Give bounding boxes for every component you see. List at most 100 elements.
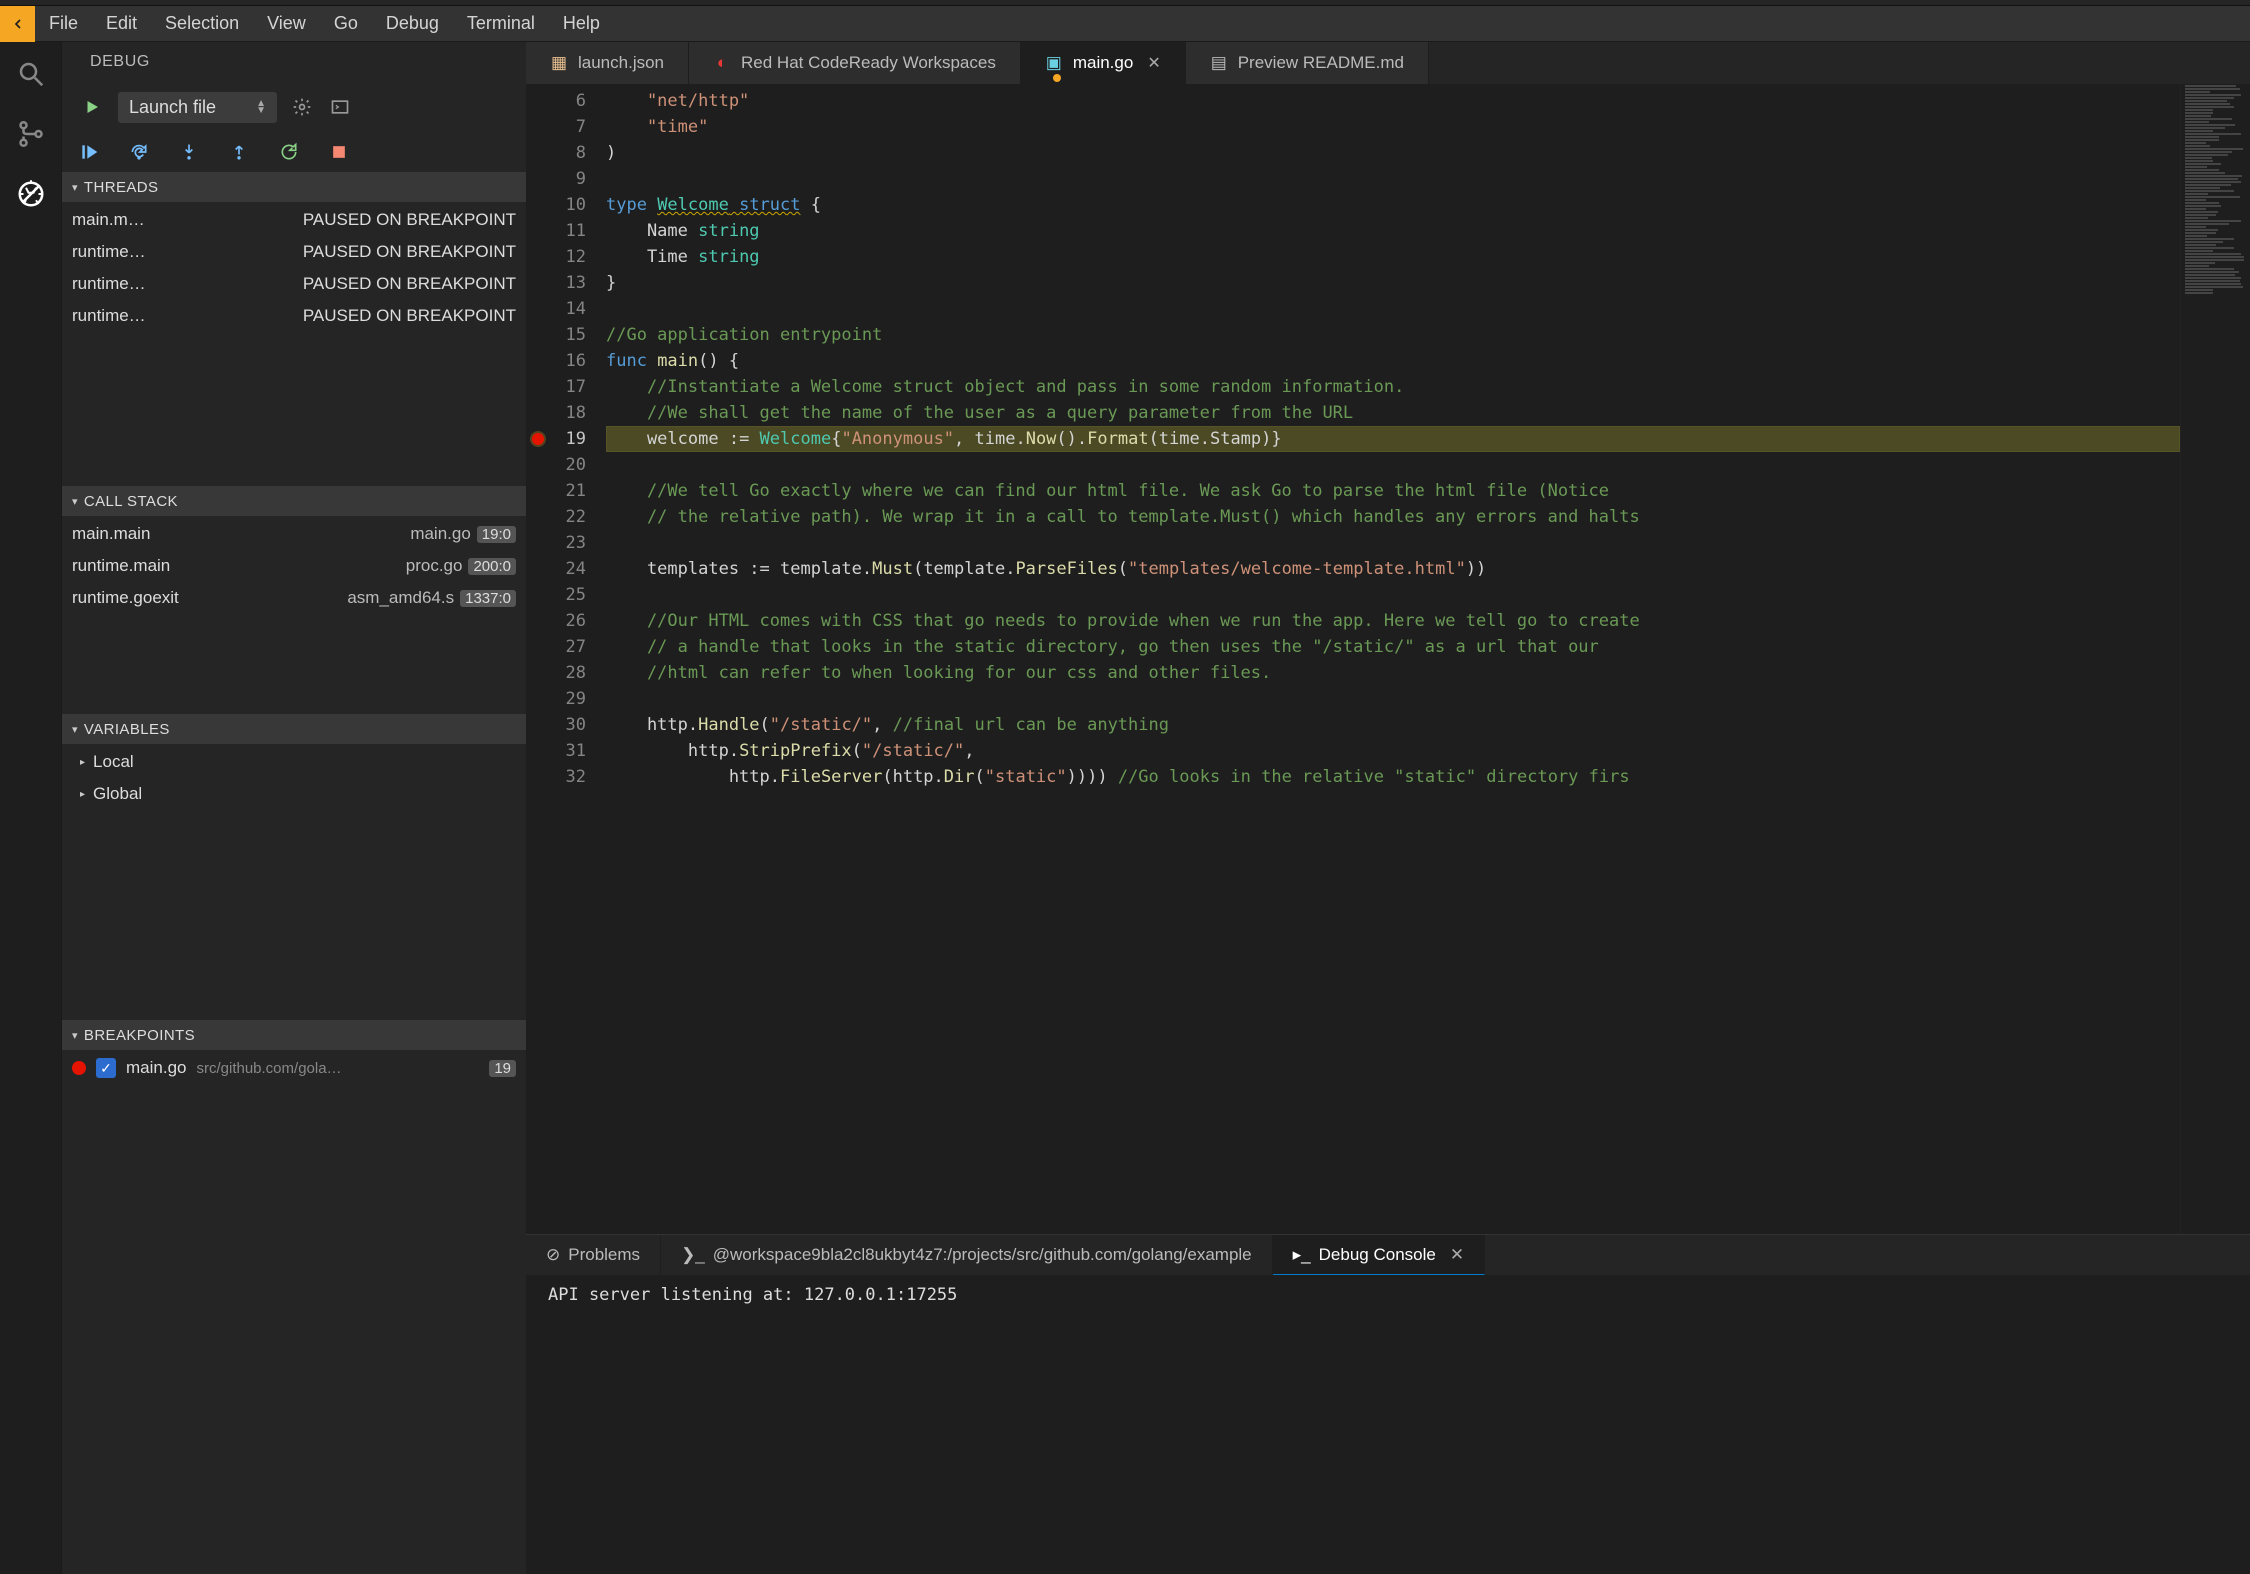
callstack-title: CALL STACK — [84, 493, 178, 510]
debug-console-output: API server listening at: 127.0.0.1:17255 — [526, 1275, 2250, 1574]
scope-label: Global — [93, 784, 142, 804]
variables-title: VARIABLES — [84, 721, 170, 738]
open-launch-json-icon[interactable] — [327, 94, 353, 120]
stop-button[interactable] — [328, 141, 350, 163]
thread-state: PAUSED ON BREAKPOINT — [188, 306, 516, 326]
error-icon: ⊘ — [546, 1245, 560, 1265]
frame-name: runtime.goexit — [72, 588, 272, 608]
step-into-button[interactable] — [178, 141, 200, 163]
thread-row[interactable]: main.m…PAUSED ON BREAKPOINT — [62, 204, 526, 236]
menu-item-file[interactable]: File — [35, 13, 92, 34]
stack-frame-row[interactable]: main.mainmain.go19:0 — [62, 518, 526, 550]
editor-code[interactable]: "net/http" "time")type Welcome struct { … — [606, 84, 2180, 1234]
editor-tab[interactable]: ▣main.go✕ — [1021, 42, 1186, 84]
thread-state: PAUSED ON BREAKPOINT — [188, 274, 516, 294]
modified-dot-icon — [1053, 74, 1061, 82]
callstack-header[interactable]: ▾ CALL STACK — [62, 486, 526, 516]
panel-tab[interactable]: ⊘ Problems — [526, 1235, 661, 1275]
panel-tab[interactable]: ▸_ Debug Console ✕ — [1273, 1235, 1485, 1275]
stepper-icon: ▲▼ — [256, 100, 266, 114]
editor-tab[interactable]: ◐ Red Hat CodeReady Workspaces — [689, 42, 1021, 84]
menu-bar: FileEditSelectionViewGoDebugTerminalHelp — [0, 6, 2250, 42]
frame-name: main.main — [72, 524, 272, 544]
console-icon: ▸_ — [1293, 1245, 1311, 1265]
start-debug-button[interactable] — [78, 93, 106, 121]
menu-item-help[interactable]: Help — [549, 13, 614, 34]
menu-item-go[interactable]: Go — [320, 13, 372, 34]
variable-scope-local[interactable]: ▸ Local — [62, 746, 526, 778]
thread-name: runtime… — [72, 274, 188, 294]
bottom-panel: ⊘ Problems ❯_@workspace9bla2cl8ukbyt4z7:/p… — [526, 1234, 2250, 1574]
close-icon[interactable]: ✕ — [1147, 53, 1160, 73]
breakpoints-header[interactable]: ▾ BREAKPOINTS — [62, 1020, 526, 1050]
debug-launch-row: Launch file ▲▼ — [62, 82, 526, 132]
menu-item-edit[interactable]: Edit — [92, 13, 151, 34]
chevron-down-icon: ▾ — [72, 181, 78, 194]
scope-label: Local — [93, 752, 134, 772]
chevron-down-icon: ▾ — [72, 1029, 78, 1042]
file-icon: ▦ — [550, 54, 568, 72]
file-icon: ◐ — [713, 54, 731, 72]
restart-button[interactable] — [278, 141, 300, 163]
tab-label: Red Hat CodeReady Workspaces — [741, 53, 996, 73]
launch-config-select[interactable]: Launch file ▲▼ — [118, 92, 277, 123]
step-out-button[interactable] — [228, 141, 250, 163]
breakpoint-path: src/github.com/gola… — [196, 1060, 479, 1077]
app-badge[interactable] — [0, 6, 35, 42]
menu-item-debug[interactable]: Debug — [372, 13, 453, 34]
debug-toolbar — [62, 132, 526, 172]
breakpoint-gutter-icon[interactable] — [532, 433, 544, 445]
editor-tab[interactable]: ▤Preview README.md — [1186, 42, 1429, 84]
editor-gutter[interactable]: 6789101112131415161718192021222324252627… — [526, 84, 606, 1234]
stack-frame-row[interactable]: runtime.goexitasm_amd64.s1337:0 — [62, 582, 526, 614]
editor-tab[interactable]: ▦ launch.json — [526, 42, 689, 84]
frame-file: asm_amd64.s — [347, 588, 454, 608]
terminal-icon: ❯_ — [681, 1245, 705, 1265]
search-icon[interactable] — [13, 56, 49, 92]
menu-item-view[interactable]: View — [253, 13, 320, 34]
breakpoints-title: BREAKPOINTS — [84, 1027, 195, 1044]
variable-scope-global[interactable]: ▸ Global — [62, 778, 526, 810]
frame-location: 19:0 — [477, 526, 516, 543]
editor-tab-bar: ▦ launch.json ◐ Red Hat CodeReady Workspace… — [526, 42, 2250, 84]
breakpoint-row[interactable]: ✓main.gosrc/github.com/gola…19 — [62, 1052, 526, 1084]
variables-section: ▾ VARIABLES ▸ Local ▸ Global — [62, 714, 526, 1020]
menu-item-terminal[interactable]: Terminal — [453, 13, 549, 34]
panel-tab-label: Debug Console — [1319, 1245, 1436, 1265]
thread-row[interactable]: runtime…PAUSED ON BREAKPOINT — [62, 268, 526, 300]
file-icon: ▤ — [1210, 54, 1228, 72]
chevron-down-icon: ▾ — [72, 723, 78, 736]
close-icon[interactable]: ✕ — [1450, 1245, 1464, 1265]
threads-section: ▾ THREADS main.m…PAUSED ON BREAKPOINTrun… — [62, 172, 526, 486]
sidebar-title: DEBUG — [62, 42, 526, 82]
chevron-right-icon: ▸ — [80, 757, 85, 768]
thread-state: PAUSED ON BREAKPOINT — [188, 242, 516, 262]
panel-tab-label: Problems — [568, 1245, 640, 1265]
threads-header[interactable]: ▾ THREADS — [62, 172, 526, 202]
stack-frame-row[interactable]: runtime.mainproc.go200:0 — [62, 550, 526, 582]
menu-item-selection[interactable]: Selection — [151, 13, 253, 34]
debug-sidebar: DEBUG Launch file ▲▼ — [62, 42, 526, 1574]
frame-location: 200:0 — [468, 558, 516, 575]
thread-row[interactable]: runtime…PAUSED ON BREAKPOINT — [62, 300, 526, 332]
continue-button[interactable] — [78, 141, 100, 163]
chevron-right-icon: ▸ — [80, 789, 85, 800]
gear-icon[interactable] — [289, 94, 315, 120]
frame-name: runtime.main — [72, 556, 272, 576]
breakpoint-checkbox[interactable]: ✓ — [96, 1058, 116, 1078]
tab-label: launch.json — [578, 53, 664, 73]
threads-title: THREADS — [84, 179, 158, 196]
thread-name: runtime… — [72, 242, 188, 262]
panel-tab[interactable]: ❯_@workspace9bla2cl8ukbyt4z7:/projects/s… — [661, 1235, 1273, 1275]
editor[interactable]: 6789101112131415161718192021222324252627… — [526, 84, 2250, 1234]
thread-name: runtime… — [72, 306, 188, 326]
minimap[interactable] — [2180, 84, 2250, 1234]
variables-header[interactable]: ▾ VARIABLES — [62, 714, 526, 744]
step-over-button[interactable] — [128, 141, 150, 163]
source-control-icon[interactable] — [13, 116, 49, 152]
debug-icon[interactable] — [13, 176, 49, 212]
main-editor-area: ▦ launch.json ◐ Red Hat CodeReady Workspace… — [526, 42, 2250, 1574]
callstack-section: ▾ CALL STACK main.mainmain.go19:0runtime… — [62, 486, 526, 714]
thread-name: main.m… — [72, 210, 188, 230]
thread-row[interactable]: runtime…PAUSED ON BREAKPOINT — [62, 236, 526, 268]
